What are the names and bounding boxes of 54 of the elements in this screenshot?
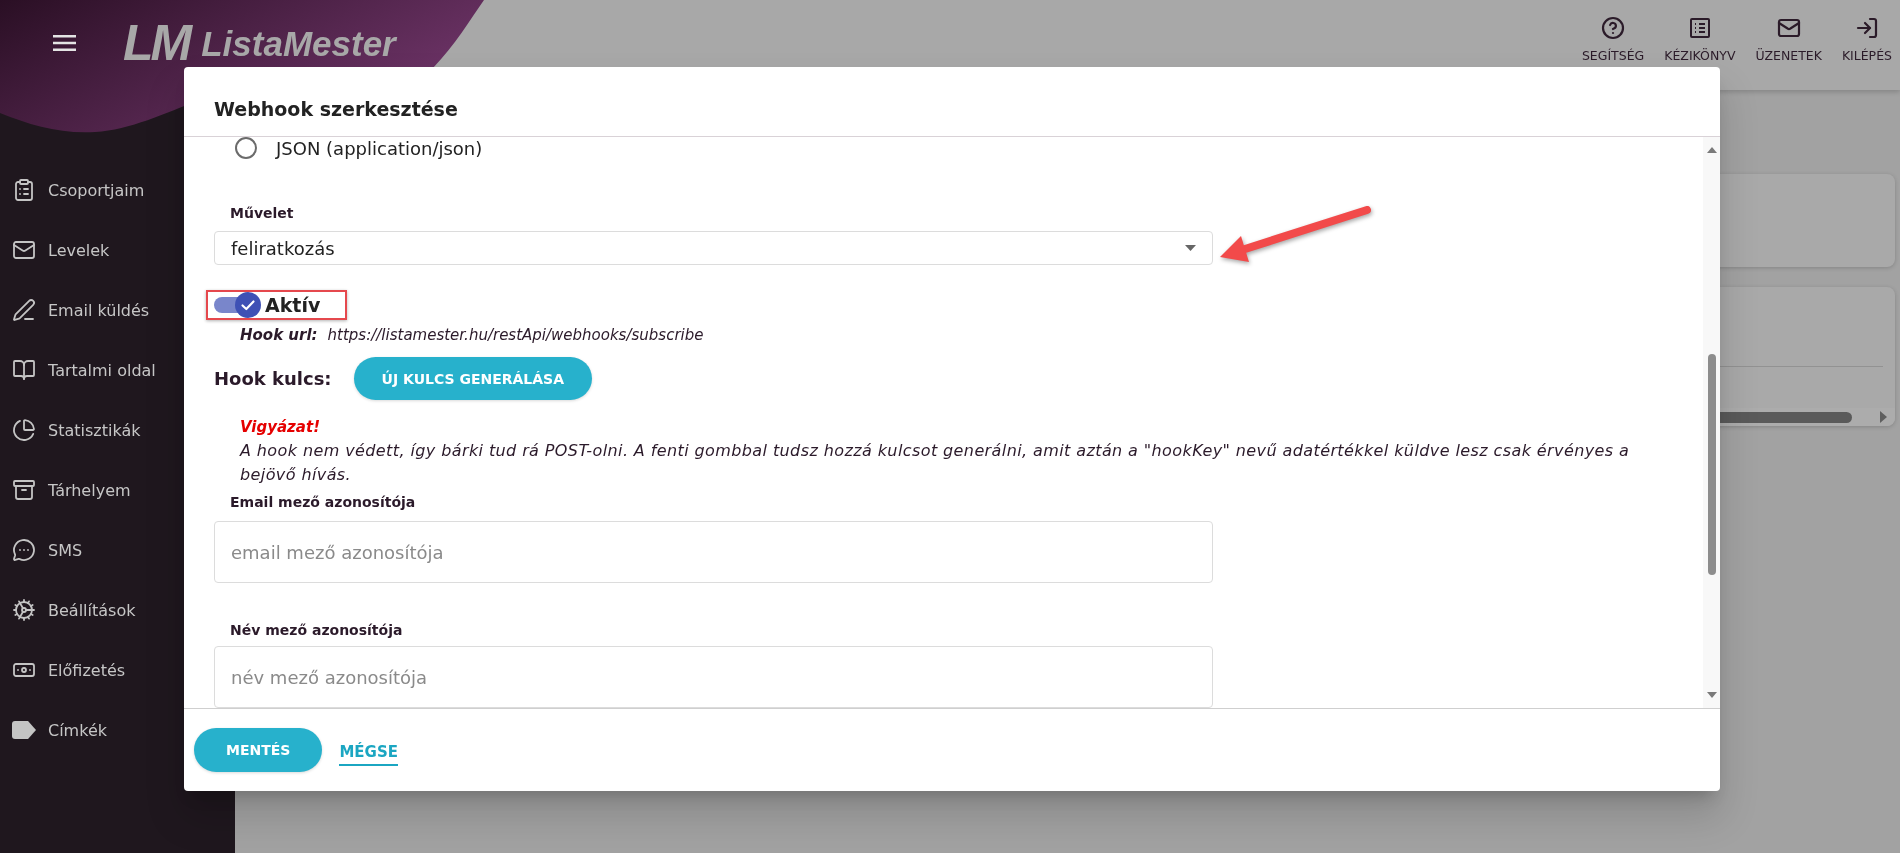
- sidebar-item[interactable]: Beállítások: [0, 580, 136, 640]
- dialog-title: Webhook szerkesztése: [214, 97, 458, 120]
- caret-up-icon[interactable]: [1706, 147, 1717, 153]
- warning-text: A hook nem védett, így bárki tud rá POST-olni. A fenti gombbal tudsz hozzá kulcsot generálni, amit aztán a "hookKey" nevű adatértékkel küldve lesz csak érvényes a bejövő hívás.: [240, 440, 1631, 486]
- menu-button[interactable]: [53, 35, 76, 51]
- sidebar-item[interactable]: Előfizetés: [0, 640, 126, 700]
- sidebar-item[interactable]: Címkék: [0, 700, 107, 760]
- logo-name: ListaMester: [201, 25, 396, 61]
- hook-key-label: Hook kulcs:: [214, 368, 332, 389]
- hook-url-value: https://listamester.hu/restApi/webhooks/subscribe: [327, 325, 704, 345]
- radio-label: JSON (application/json): [276, 137, 483, 159]
- field-label: Név mező azonosítója: [230, 621, 403, 640]
- warning-title: Vigyázat!: [240, 417, 320, 438]
- menu-icon: [53, 35, 76, 51]
- operation-select[interactable]: feliratkozás: [214, 231, 1213, 265]
- sidebar-item[interactable]: Tárhelyem: [0, 460, 131, 520]
- chat-bubble-icon: [12, 538, 36, 562]
- field-label: Művelet: [230, 204, 294, 223]
- logout-button[interactable]: KILÉPÉS: [1841, 16, 1892, 64]
- sidebar-item[interactable]: SMS: [0, 520, 83, 580]
- caret-down-icon: [1185, 245, 1196, 251]
- list-icon: [1687, 16, 1712, 40]
- sidebar-item[interactable]: Email küldés: [0, 280, 150, 340]
- tag-icon: [12, 721, 36, 739]
- radio-button[interactable]: [235, 137, 257, 159]
- toggle-switch[interactable]: [214, 292, 261, 318]
- gear-icon: [12, 598, 36, 622]
- vertical-scrollbar[interactable]: [1703, 137, 1720, 708]
- scrollbar-thumb[interactable]: [1707, 354, 1716, 575]
- mail-icon: [1776, 16, 1801, 40]
- sidebar-item[interactable]: Tartalmi oldal: [0, 340, 156, 400]
- logo-mark: LM: [123, 18, 190, 68]
- input-field[interactable]: név mező azonosítója: [214, 646, 1213, 708]
- sidebar-item[interactable]: Levelek: [0, 220, 110, 280]
- pie-chart-icon: [12, 418, 36, 442]
- caret-down-icon[interactable]: [1706, 692, 1717, 698]
- input-field[interactable]: email mező azonosítója: [214, 521, 1213, 583]
- check-icon: [235, 292, 261, 318]
- sidebar-item[interactable]: Csoportjaim: [0, 160, 145, 220]
- caret-right-icon[interactable]: [1880, 411, 1887, 423]
- toggle-label: Aktív: [265, 294, 321, 316]
- clipboard-icon: [12, 178, 36, 202]
- field-label: Email mező azonosítója: [230, 493, 416, 512]
- messages-button[interactable]: ÜZENETEK: [1755, 16, 1822, 64]
- arrow-into-box-icon: [1854, 16, 1879, 40]
- hook-url-label: Hook url:: [240, 325, 318, 345]
- help-icon: [1601, 16, 1626, 40]
- manual-button[interactable]: KÉZIKÖNYV: [1664, 16, 1736, 64]
- book-icon: [12, 358, 36, 382]
- help-button[interactable]: SEGÍTSÉG: [1581, 16, 1645, 64]
- sidebar-item[interactable]: Statisztikák: [0, 400, 141, 460]
- mail-icon: [12, 238, 36, 262]
- archive-icon: [12, 478, 36, 502]
- pen-icon: [12, 298, 36, 322]
